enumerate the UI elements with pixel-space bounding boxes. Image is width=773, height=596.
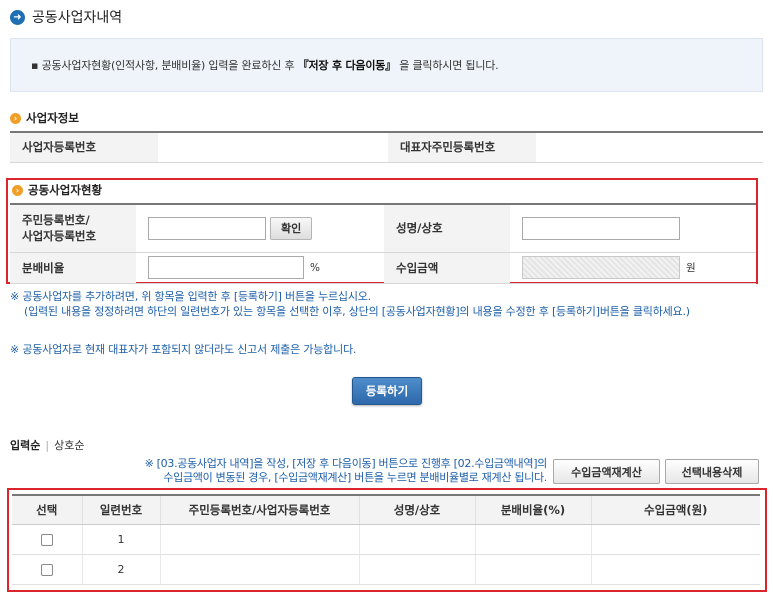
row-id: [159, 524, 359, 555]
col-id: 주민등록번호/사업자등록번호: [159, 495, 359, 525]
delete-selected-button[interactable]: 선택내용삭제: [665, 459, 759, 484]
income-input: [522, 256, 680, 279]
section-arrow-icon: ›: [12, 184, 23, 196]
table-row[interactable]: 2: [12, 554, 760, 585]
ratio-cell: %: [136, 252, 384, 284]
name-label: 성명/상호: [384, 204, 510, 253]
circle-arrow-icon: ➜: [10, 9, 25, 25]
joint-status-title: › 공동사업자현황: [12, 182, 102, 198]
id-cell: 확인: [136, 204, 384, 253]
row-checkbox[interactable]: [40, 563, 53, 576]
notice-text: ▪ 공동사업자현황(인적사항, 분배비율) 입력을 완료하신 후 『저장 후 다…: [31, 57, 499, 73]
ratio-input[interactable]: [148, 256, 304, 279]
id-label: 주민등록번호/ 사업자등록번호: [10, 204, 136, 253]
won-unit: 원: [686, 262, 696, 274]
row-ratio: [474, 554, 591, 585]
id-label-line1: 주민등록번호/: [22, 213, 90, 228]
section-arrow-icon: ›: [10, 112, 21, 124]
id-input[interactable]: [148, 216, 266, 240]
rep-id-label: 대표자주민등록번호: [388, 132, 536, 163]
row-select-cell: [12, 554, 82, 585]
business-info-title-text: 사업자정보: [26, 111, 79, 125]
col-ratio: 분배비율(%): [474, 495, 591, 525]
joint-list-table: 선택 일련번호 주민등록번호/사업자등록번호 성명/상호 분배비율(%) 수입금…: [12, 494, 760, 585]
sort-separator: |: [45, 438, 50, 452]
col-serial: 일련번호: [81, 495, 160, 525]
note-add: ※ 공동사업자를 추가하려면, 위 항목을 입력한 후 [등록하기] 버튼을 누…: [10, 290, 371, 303]
row-name: [358, 524, 475, 555]
row-ratio: [474, 524, 591, 555]
reg-no-value: [158, 132, 388, 163]
joint-status-title-text: 공동사업자현황: [28, 183, 103, 197]
business-info-title: › 사업자정보: [10, 110, 79, 126]
recalc-hint: ※ [03.공동사업자 내역]을 작성, [저장 후 다음이동] 버튼으로 진행…: [93, 457, 548, 485]
reg-no-label: 사업자등록번호: [10, 132, 158, 163]
col-income: 수입금액(원): [590, 495, 760, 525]
row-id: [159, 554, 359, 585]
row-select-cell: [12, 524, 82, 555]
recalc-hint-line1: ※ [03.공동사업자 내역]을 작성, [저장 후 다음이동] 버튼으로 진행…: [144, 457, 548, 470]
ratio-label: 분배비율: [10, 252, 136, 284]
name-cell: [510, 204, 756, 253]
joint-status-table: 주민등록번호/ 사업자등록번호 확인 성명/상호 분배비율 % 수입금액 원: [10, 203, 756, 284]
sort-by-input-order[interactable]: 입력순: [10, 437, 40, 453]
name-input[interactable]: [522, 216, 680, 240]
row-name: [358, 554, 475, 585]
recalc-hint-line2: 수입금액이 변동된 경우, [수입금액재계산] 버튼을 누르면 분배비율별로 재…: [163, 471, 547, 484]
percent-unit: %: [310, 261, 320, 274]
page-header: ➜ 공동사업자내역: [10, 6, 122, 28]
recalc-income-button[interactable]: 수입금액재계산: [553, 459, 660, 484]
row-income: [590, 554, 760, 585]
income-label: 수입금액: [384, 252, 510, 284]
notice-bullet: ▪: [31, 59, 39, 72]
notice-prefix: 공동사업자현황(인적사항, 분배비율) 입력을 완료하신 후: [41, 59, 298, 72]
col-name: 성명/상호: [358, 495, 475, 525]
row-income: [590, 524, 760, 555]
row-serial: 2: [81, 554, 160, 585]
row-checkbox[interactable]: [40, 533, 53, 546]
sort-tabs: 입력순 | 상호순: [10, 437, 84, 453]
sort-by-name[interactable]: 상호순: [54, 437, 84, 453]
notice-box: ▪ 공동사업자현황(인적사항, 분배비율) 입력을 완료하신 후 『저장 후 다…: [10, 38, 763, 92]
row-serial: 1: [81, 524, 160, 555]
income-cell: 원: [510, 252, 756, 284]
notice-highlight: 『저장 후 다음이동』: [297, 59, 397, 72]
business-info-table: 사업자등록번호 대표자주민등록번호: [10, 131, 763, 163]
notice-suffix: 을 클릭하시면 됩니다.: [396, 59, 499, 72]
table-row[interactable]: 1: [12, 524, 760, 555]
note-edit: (입력된 내용을 정정하려면 하단의 일련번호가 있는 항목을 선택한 이후, …: [24, 305, 690, 318]
confirm-button[interactable]: 확인: [270, 216, 313, 240]
register-button[interactable]: 등록하기: [352, 377, 422, 405]
rep-id-value: [536, 132, 763, 163]
col-select: 선택: [12, 495, 82, 525]
note-submit: ※ 공동사업자로 현재 대표자가 포함되지 않더라도 신고서 제출은 가능합니다…: [10, 343, 357, 356]
id-label-line2: 사업자등록번호: [22, 229, 97, 244]
page-title: 공동사업자내역: [32, 10, 123, 26]
